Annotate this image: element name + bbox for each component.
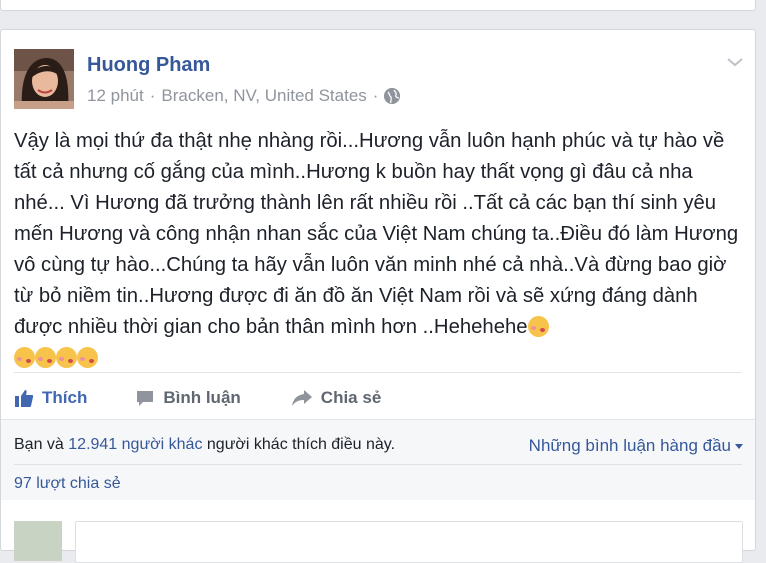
thumbs-up-icon xyxy=(15,390,34,407)
share-label: Chia sẻ xyxy=(320,388,382,407)
post-options-chevron-icon[interactable] xyxy=(725,52,745,72)
author-avatar[interactable] xyxy=(14,49,74,109)
post-card: Huong Pham 12 phút · Bracken, NV, United… xyxy=(0,29,756,563)
kiss-emoji-icon xyxy=(527,316,549,337)
comment-label: Bình luận xyxy=(163,388,241,407)
post-meta: 12 phút · Bracken, NV, United States · xyxy=(87,86,401,106)
divider xyxy=(14,464,742,465)
comment-order-dropdown[interactable]: Những bình luận hàng đầu xyxy=(529,436,743,456)
kiss-emoji-icon xyxy=(77,347,98,368)
post-text: Vậy là mọi thứ đa thật nhẹ nhàng rồi...H… xyxy=(14,130,739,338)
share-arrow-icon xyxy=(291,390,312,406)
globe-icon[interactable] xyxy=(384,88,401,104)
like-label: Thích xyxy=(42,388,88,407)
kiss-emoji-icon xyxy=(35,347,56,368)
caret-down-icon xyxy=(735,443,743,449)
comment-order-label: Những bình luận hàng đầu xyxy=(528,436,731,455)
shares-count-link[interactable]: 97 lượt chia sẻ xyxy=(14,475,121,493)
post-body: Vậy là mọi thứ đa thật nhẹ nhàng rồi...H… xyxy=(14,126,742,374)
comment-input[interactable] xyxy=(75,521,743,563)
likes-summary: Bạn và 12.941 người khác người khác thíc… xyxy=(14,436,395,454)
divider xyxy=(14,372,742,373)
share-button[interactable]: Chia sẻ xyxy=(291,388,381,408)
kiss-emoji-icon xyxy=(14,347,35,368)
kiss-emoji-icon xyxy=(56,347,77,368)
meta-separator: · xyxy=(372,86,379,105)
post-location[interactable]: Bracken, NV, United States xyxy=(161,86,366,106)
social-summary: Bạn và 12.941 người khác người khác thíc… xyxy=(1,420,755,500)
previous-post-card xyxy=(0,0,756,11)
comment-icon xyxy=(137,391,154,406)
author-name[interactable]: Huong Pham xyxy=(87,54,210,77)
likes-suffix: người khác thích điều này. xyxy=(206,436,396,453)
post-actions: Thích Bình luận Chia sẻ xyxy=(14,385,431,411)
comment-button[interactable]: Bình luận xyxy=(135,388,241,408)
likes-people-link[interactable]: 12.941 người khác xyxy=(68,436,202,453)
likes-prefix: Bạn và xyxy=(14,436,64,453)
commenter-avatar xyxy=(14,521,62,561)
like-button[interactable]: Thích xyxy=(14,388,87,408)
post-time[interactable]: 12 phút xyxy=(87,86,144,106)
meta-separator: · xyxy=(149,86,156,105)
